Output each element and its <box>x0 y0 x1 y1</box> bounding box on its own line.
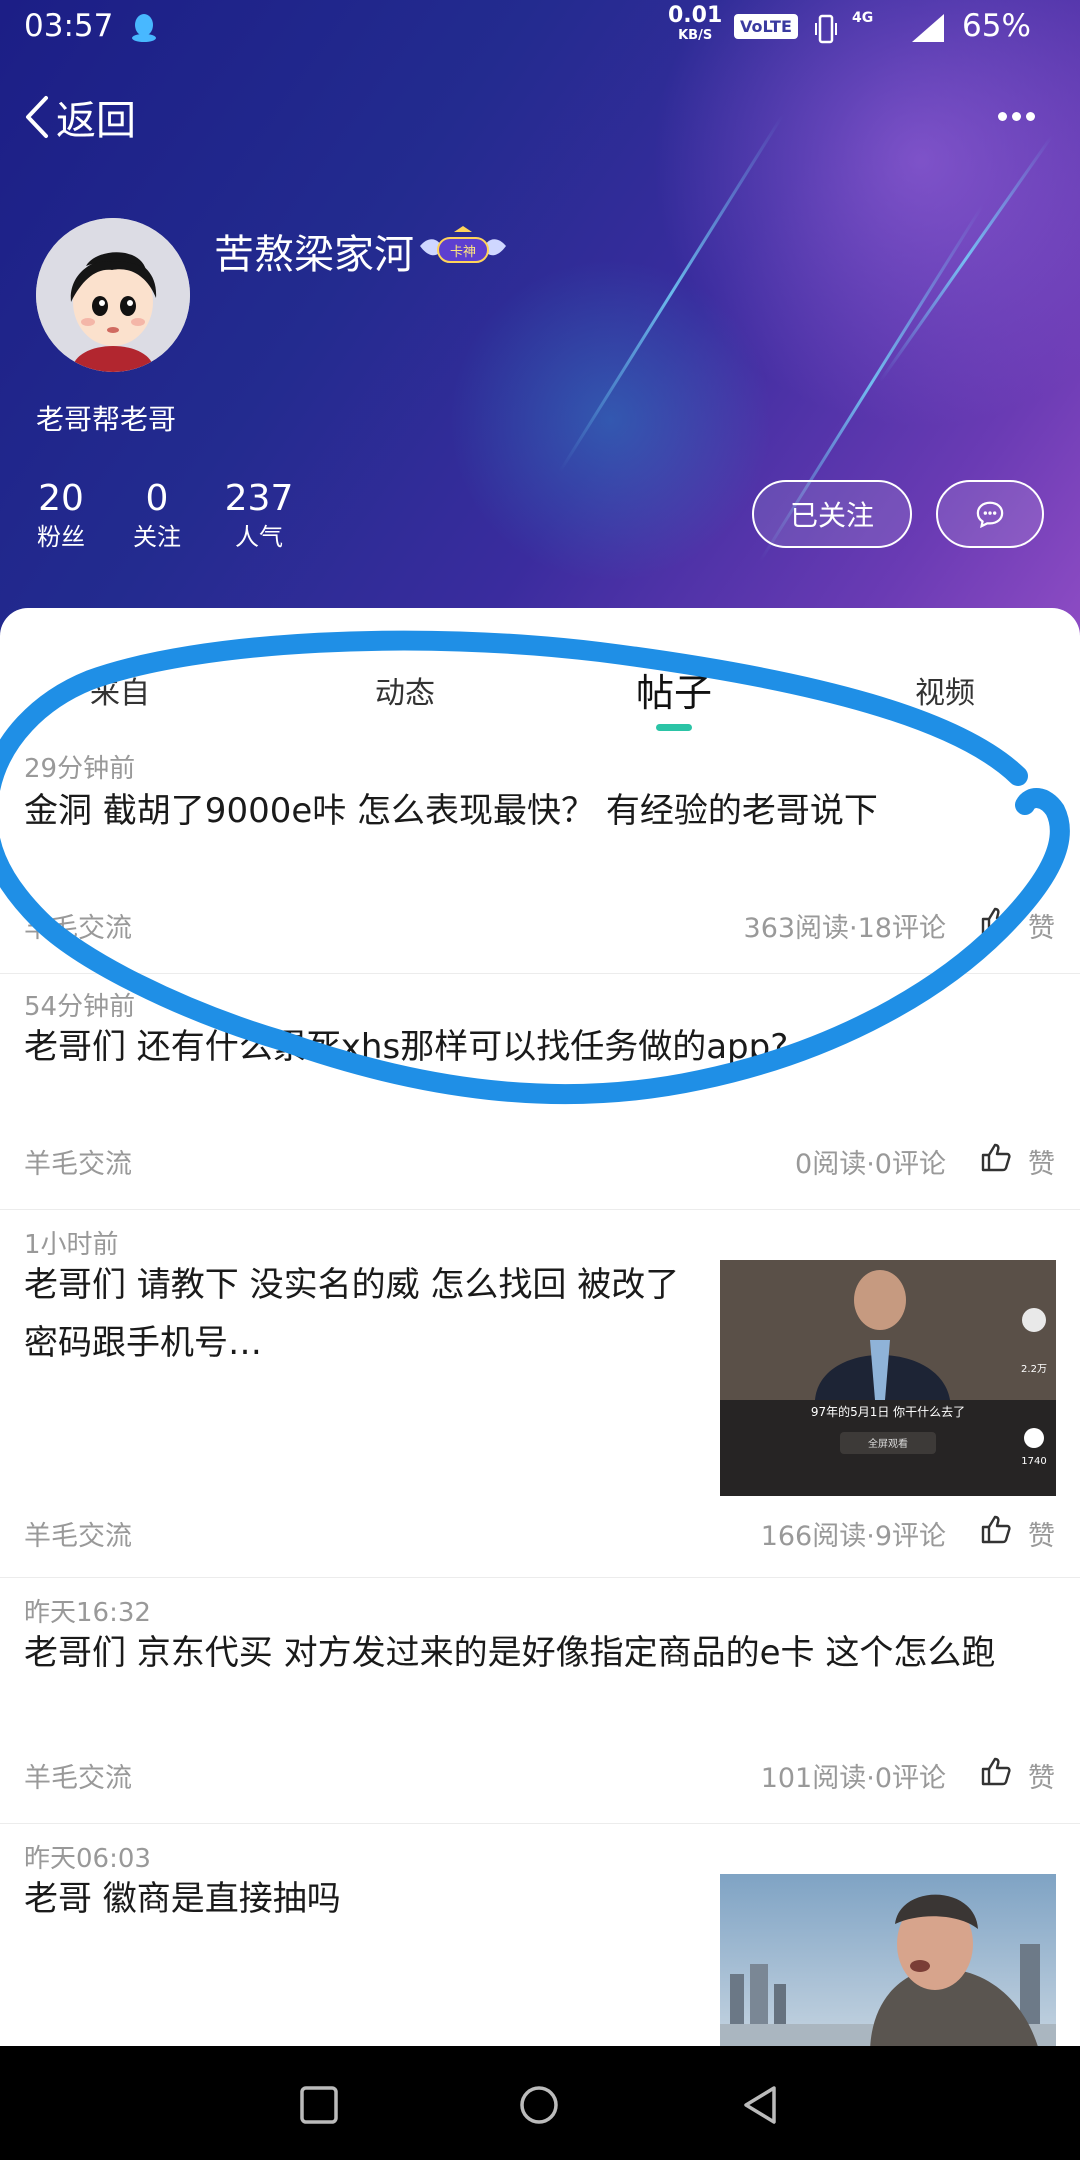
stat-following[interactable]: 0 关注 <box>122 478 192 554</box>
post-title: 老哥 徽商是直接抽吗 <box>24 1879 341 1919</box>
tab-posts[interactable]: 帖子 <box>636 662 712 717</box>
network-speed: 0.01 KB/S <box>668 3 723 44</box>
post-stats: 101阅读·0评论 <box>760 1763 946 1794</box>
like-label[interactable]: 赞 <box>1028 1514 1055 1553</box>
post-item[interactable]: 昨天06:03 老哥 徽商是直接抽吗 <box>0 1824 1080 2048</box>
post-title: 老哥们 请教下 没实名的威 怎么找回 被改了密码跟手机号… <box>24 1265 680 1363</box>
post-time: 29分钟前 <box>24 754 136 784</box>
kashen-badge-icon: 卡神 <box>420 226 506 263</box>
post-category[interactable]: 羊毛交流 <box>24 1142 132 1181</box>
post-item[interactable]: 昨天16:32 老哥们 京东代买 对方发过来的是好像指定商品的e卡 这个怎么跑 … <box>0 1578 1080 1824</box>
thumbs-up-icon[interactable] <box>980 906 1012 936</box>
post-title: 老哥们 京东代买 对方发过来的是好像指定商品的e卡 这个怎么跑 <box>24 1633 996 1673</box>
home-button[interactable] <box>516 2082 562 2128</box>
message-button[interactable] <box>936 480 1044 548</box>
stat-fans-value: 20 <box>38 478 84 519</box>
svg-text:97年的5月1日 你干什么去了: 97年的5月1日 你干什么去了 <box>811 1404 965 1419</box>
stat-popularity: 237 人气 <box>218 478 300 554</box>
post-thumbnail[interactable]: 97年的5月1日 你干什么去了 全屏观看 2.2万 1740 <box>720 1260 1056 1496</box>
status-bar: 03:57 0.01 KB/S VoLTE 4G 65% <box>0 0 1080 56</box>
recent-apps-button[interactable] <box>296 2082 342 2128</box>
post-title: 老哥们 还有什么累死xhs那样可以找任务做的app? <box>24 1027 789 1067</box>
thumbs-up-icon[interactable] <box>980 1756 1012 1786</box>
post-item[interactable]: 1小时前 老哥们 请教下 没实名的威 怎么找回 被改了密码跟手机号… 97年的5… <box>0 1210 1080 1578</box>
stat-popularity-value: 237 <box>224 478 294 519</box>
post-stats: 0阅读·0评论 <box>795 1149 946 1180</box>
post-category[interactable]: 羊毛交流 <box>24 1514 132 1553</box>
svg-text:2.2万: 2.2万 <box>1021 1364 1047 1375</box>
network-type: 4G <box>852 10 874 26</box>
tab-dynamics[interactable]: 动态 <box>375 668 435 712</box>
more-dots-icon <box>998 112 1007 121</box>
like-label[interactable]: 赞 <box>1028 1756 1055 1795</box>
system-nav-bar <box>0 2046 1080 2160</box>
post-stats: 166阅读·9评论 <box>760 1521 946 1552</box>
battery-level: 65% <box>962 8 1031 44</box>
more-options-button[interactable] <box>998 106 1044 121</box>
tab-first[interactable]: 来自 <box>90 668 150 712</box>
post-category[interactable]: 羊毛交流 <box>24 1756 132 1795</box>
stat-fans-label: 粉丝 <box>37 523 85 551</box>
stat-fans[interactable]: 20 粉丝 <box>26 478 96 554</box>
status-time: 03:57 <box>24 8 114 44</box>
content-sheet: 来自 动态 帖子 视频 29分钟前 金洞 截胡了9000e咔 怎么表现最快？ 有… <box>0 608 1080 2048</box>
thumbs-up-icon[interactable] <box>980 1514 1012 1544</box>
back-nav-button[interactable] <box>738 2082 784 2128</box>
stat-popularity-label: 人气 <box>235 523 283 551</box>
volte-icon: VoLTE <box>734 14 798 39</box>
post-stats: 363阅读·18评论 <box>743 913 946 944</box>
thumbs-up-icon[interactable] <box>980 1142 1012 1172</box>
svg-text:1740: 1740 <box>1021 1456 1046 1467</box>
username: 苦熬梁家河 <box>214 232 414 278</box>
back-button[interactable]: 返回 <box>22 88 136 146</box>
vibrate-icon <box>815 14 837 44</box>
qq-notification-icon <box>132 14 156 42</box>
like-label[interactable]: 赞 <box>1028 1142 1055 1181</box>
signal-icon <box>912 14 944 42</box>
active-tab-indicator <box>656 724 692 731</box>
back-label: 返回 <box>56 98 136 144</box>
tab-videos[interactable]: 视频 <box>915 668 975 712</box>
profile-header: 03:57 0.01 KB/S VoLTE 4G 65% 返回 苦熬梁家河 卡神… <box>0 0 1080 640</box>
chevron-left-icon <box>26 96 48 138</box>
avatar[interactable] <box>36 218 190 372</box>
svg-text:卡神: 卡神 <box>450 245 476 260</box>
cartoon-boy-avatar-icon <box>36 218 190 372</box>
stat-following-value: 0 <box>145 478 169 519</box>
svg-text:全屏观看: 全屏观看 <box>868 1437 908 1450</box>
post-item[interactable]: 54分钟前 老哥们 还有什么累死xhs那样可以找任务做的app? 羊毛交流 0阅… <box>0 974 1080 1210</box>
chat-bubble-icon <box>976 501 1004 528</box>
followed-button[interactable]: 已关注 <box>752 480 912 548</box>
video-screenshot-image: 97年的5月1日 你干什么去了 全屏观看 2.2万 1740 <box>720 1260 1056 1496</box>
signature: 老哥帮老哥 <box>36 403 177 436</box>
photo-man-city-image <box>720 1874 1056 2048</box>
post-thumbnail[interactable] <box>720 1874 1056 2048</box>
like-label[interactable]: 赞 <box>1028 906 1055 945</box>
post-item[interactable]: 29分钟前 金洞 截胡了9000e咔 怎么表现最快？ 有经验的老哥说下 羊毛交流… <box>0 738 1080 974</box>
stat-following-label: 关注 <box>133 523 181 551</box>
post-category[interactable]: 羊毛交流 <box>24 906 132 945</box>
post-title: 金洞 截胡了9000e咔 怎么表现最快？ 有经验的老哥说下 <box>24 791 878 831</box>
tab-bar: 来自 动态 帖子 视频 <box>0 608 1080 731</box>
